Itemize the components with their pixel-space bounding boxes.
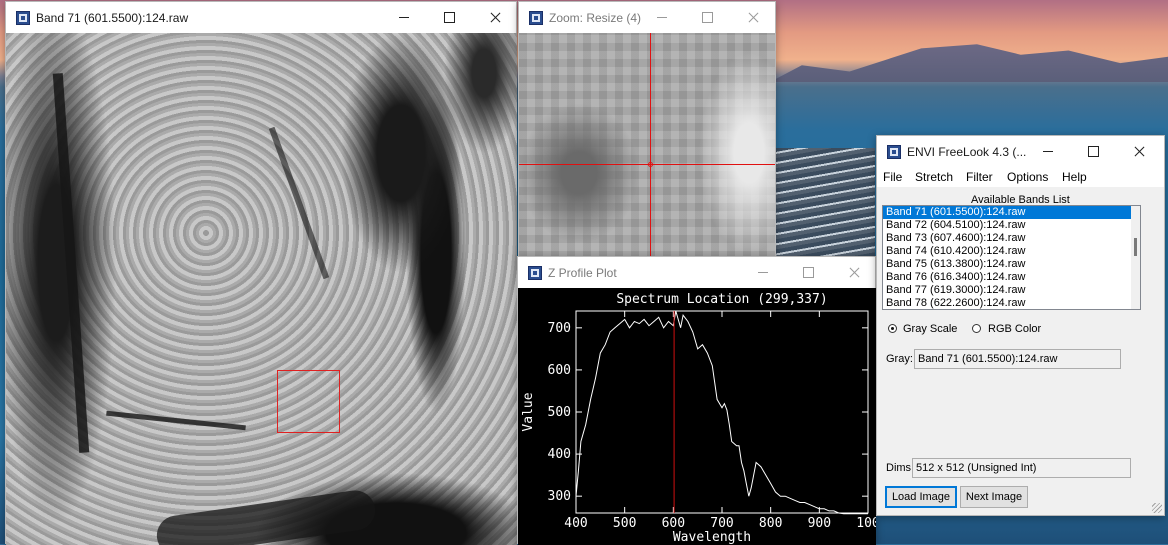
envi-freelook-window[interactable]: ENVI FreeLook 4.3 (... File Stretch Filt… xyxy=(876,135,1165,516)
band-list-item[interactable]: Band 76 (616.3400):124.raw xyxy=(883,271,1131,284)
y-tick-label: 700 xyxy=(548,321,571,336)
maximize-button[interactable] xyxy=(1070,136,1116,167)
close-button[interactable] xyxy=(472,2,518,33)
x-tick-label: 700 xyxy=(710,516,733,531)
x-tick-label: 500 xyxy=(613,516,636,531)
menu-options[interactable]: Options xyxy=(1007,170,1048,184)
zoom-image-canvas[interactable] xyxy=(519,33,775,259)
x-tick-label: 600 xyxy=(662,516,685,531)
x-tick-label: 100 xyxy=(856,516,876,531)
gray-scale-radio[interactable] xyxy=(888,324,897,333)
band-list-item[interactable]: Band 74 (610.4200):124.raw xyxy=(883,245,1131,258)
band-list-item[interactable]: Band 71 (601.5500):124.raw xyxy=(883,206,1131,219)
band-window-title: Band 71 (601.5500):124.raw xyxy=(36,11,189,25)
band-list-item[interactable]: Band 73 (607.4600):124.raw xyxy=(883,232,1131,245)
band-list-item[interactable]: Band 72 (604.5100):124.raw xyxy=(883,219,1131,232)
band-image-window[interactable]: Band 71 (601.5500):124.raw xyxy=(5,1,517,545)
zoom-window-title: Zoom: Resize (4) xyxy=(549,11,642,25)
minimize-button[interactable] xyxy=(1025,136,1071,167)
x-tick-label: 800 xyxy=(759,516,782,531)
envi-window-icon xyxy=(887,145,901,159)
maximize-button[interactable] xyxy=(684,2,730,33)
x-axis-label: Wavelength xyxy=(673,530,751,545)
menu-stretch[interactable]: Stretch xyxy=(915,170,953,184)
y-tick-label: 300 xyxy=(548,489,571,504)
gray-scale-label[interactable]: Gray Scale xyxy=(903,323,957,335)
wallpaper-pier xyxy=(775,148,875,258)
envi-window-icon xyxy=(16,11,30,25)
z-profile-window[interactable]: Z Profile Plot Spectrum Location (299,33… xyxy=(517,256,876,545)
close-button[interactable] xyxy=(730,2,776,33)
menu-filter[interactable]: Filter xyxy=(966,170,993,184)
dims-label: Dims xyxy=(886,462,912,474)
band-list-item[interactable]: Band 77 (619.3000):124.raw xyxy=(883,284,1131,297)
band-list-item[interactable]: Band 75 (613.3800):124.raw xyxy=(883,258,1131,271)
maximize-button[interactable] xyxy=(785,257,831,288)
minimize-button[interactable] xyxy=(381,2,427,33)
wallpaper-mountains xyxy=(770,44,1168,82)
freelook-body: Available Bands List Band 71 (601.5500):… xyxy=(877,187,1164,515)
zoom-window-titlebar[interactable]: Zoom: Resize (4) xyxy=(519,2,775,33)
gray-band-field[interactable]: Band 71 (601.5500):124.raw xyxy=(914,349,1121,369)
crosshair-center xyxy=(648,162,653,167)
scrollbar-thumb[interactable] xyxy=(1134,238,1137,256)
spectrum-chart: Spectrum Location (299,337) 400 500 600 700 8… xyxy=(521,292,876,545)
rgb-color-radio[interactable] xyxy=(972,324,981,333)
minimize-button[interactable] xyxy=(639,2,685,33)
band-list-item[interactable]: Band 78 (622.2600):124.raw xyxy=(883,297,1131,309)
y-axis-label: Value xyxy=(521,392,536,431)
next-image-button[interactable]: Next Image xyxy=(960,486,1028,508)
x-tick-label: 400 xyxy=(564,516,587,531)
gray-field-label: Gray: xyxy=(886,353,913,365)
menu-bar: File Stretch Filter Options Help xyxy=(877,167,1164,187)
bands-scrollbar[interactable] xyxy=(1131,206,1140,309)
load-image-button[interactable]: Load Image xyxy=(885,486,957,508)
profile-window-title: Z Profile Plot xyxy=(548,266,617,280)
profile-window-titlebar[interactable]: Z Profile Plot xyxy=(518,257,875,288)
envi-window-icon xyxy=(529,11,543,25)
freelook-titlebar[interactable]: ENVI FreeLook 4.3 (... xyxy=(877,136,1164,167)
close-button[interactable] xyxy=(1116,136,1162,167)
minimize-button[interactable] xyxy=(740,257,786,288)
chart-title: Spectrum Location (299,337) xyxy=(616,292,827,307)
image-feature xyxy=(154,487,378,545)
image-feature xyxy=(52,73,90,453)
menu-help[interactable]: Help xyxy=(1062,170,1087,184)
spectrum-line xyxy=(575,310,868,515)
x-tick-label: 900 xyxy=(808,516,831,531)
z-profile-plot[interactable]: Spectrum Location (299,337) 400 500 600 700 8… xyxy=(518,288,876,545)
y-tick-label: 400 xyxy=(548,447,571,462)
bands-listbox[interactable]: Band 71 (601.5500):124.raw Band 72 (604.5… xyxy=(882,205,1141,310)
band-image-canvas[interactable] xyxy=(6,33,517,545)
band-window-titlebar[interactable]: Band 71 (601.5500):124.raw xyxy=(6,2,516,33)
y-tick-label: 500 xyxy=(548,405,571,420)
crosshair-horizontal xyxy=(519,164,775,165)
plot-frame xyxy=(575,310,869,514)
zoom-region-box[interactable] xyxy=(277,370,340,433)
dims-field: 512 x 512 (Unsigned Int) xyxy=(912,458,1131,478)
rgb-color-label[interactable]: RGB Color xyxy=(988,323,1041,335)
maximize-button[interactable] xyxy=(426,2,472,33)
envi-window-icon xyxy=(528,266,542,280)
zoom-window[interactable]: Zoom: Resize (4) xyxy=(518,1,776,259)
resize-grip[interactable] xyxy=(1152,503,1162,513)
image-feature xyxy=(106,410,246,431)
crosshair-vertical xyxy=(650,33,651,259)
freelook-title: ENVI FreeLook 4.3 (... xyxy=(907,145,1027,159)
y-tick-label: 600 xyxy=(548,363,571,378)
menu-file[interactable]: File xyxy=(883,170,902,184)
close-button[interactable] xyxy=(831,257,877,288)
image-feature xyxy=(268,126,330,280)
